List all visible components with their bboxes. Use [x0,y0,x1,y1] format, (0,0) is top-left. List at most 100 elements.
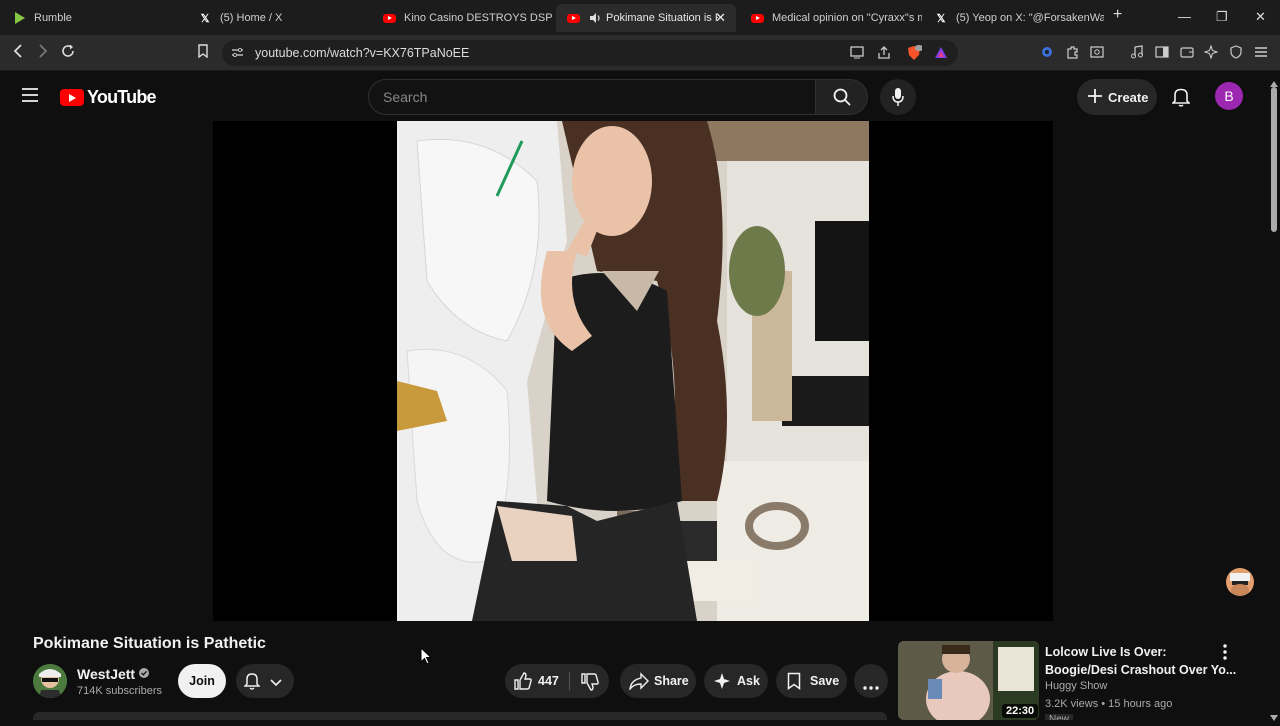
like-count: 447 [538,674,559,688]
bell-icon [243,672,261,693]
recommended-meta: 3.2K views • 15 hours ago [1045,698,1173,710]
tab-title: Medical opinion on "Cyraxx"s m [772,12,922,24]
ask-button[interactable]: Ask [704,664,768,698]
vpn-icon[interactable] [1040,45,1054,62]
minimize-icon[interactable]: — [1178,9,1191,24]
more-vertical-icon[interactable] [1223,644,1227,665]
microphone-icon [892,87,904,112]
guide-menu-icon[interactable] [22,88,38,107]
search-icon [833,88,851,111]
tab-pokimane-active[interactable]: Pokimane Situation is Pa ✕ [556,4,736,32]
reload-icon[interactable] [61,44,75,62]
channel-avatar[interactable] [33,664,67,698]
vpn-shield-icon[interactable] [1229,45,1243,62]
rumble-icon [12,11,26,25]
youtube-logo-icon [60,89,84,106]
close-tab-icon[interactable]: ✕ [715,10,726,26]
brave-shields-icon[interactable] [906,45,923,66]
channel-name[interactable]: WestJett [77,666,135,682]
browser-tab-strip: Rumble 𝕏 (5) Home / X Kino Casino DESTRO… [0,0,1280,35]
leo-ai-icon[interactable] [1203,44,1219,62]
audio-playing-icon[interactable] [588,11,602,25]
new-badge: New [1045,714,1074,720]
subscription-notifications-button[interactable] [236,664,294,698]
search-button[interactable] [816,79,868,115]
tab-medical-opinion[interactable]: Medical opinion on "Cyraxx"s m [740,4,922,32]
recommended-video-title[interactable]: Lolcow Live Is Over: Boogie/Desi Crashou… [1045,643,1236,679]
x-icon: 𝕏 [936,12,946,25]
tab-title: (5) Home / X [220,12,283,24]
verified-check-icon [139,665,150,683]
media-controls-icon[interactable] [1130,45,1144,62]
browser-toolbar: youtube.com/watch?v=KX76TPaNoEE [0,35,1280,71]
account-avatar[interactable]: B [1215,82,1243,110]
subscriber-count: 714K subscribers [77,685,162,697]
tab-kino-casino[interactable]: Kino Casino DESTROYS DSP aga [372,4,552,32]
ask-label: Ask [737,674,760,688]
more-actions-button[interactable] [854,664,888,698]
video-frame[interactable] [397,121,869,621]
save-button[interactable]: Save [776,664,847,698]
cast-icon[interactable] [850,46,864,64]
forward-icon[interactable] [37,44,49,62]
youtube-logo[interactable]: YouTube [60,87,157,108]
tab-title: Kino Casino DESTROYS DSP aga [404,12,552,24]
dislike-button[interactable] [580,672,600,695]
site-settings-icon[interactable] [231,46,244,64]
close-window-icon[interactable]: ✕ [1255,9,1266,25]
youtube-icon [750,11,764,25]
share-icon [629,672,649,693]
like-button[interactable] [513,671,533,694]
rec-title-line-1: Lolcow Live Is Over: [1045,645,1167,659]
join-button[interactable]: Join [178,664,226,698]
rec-title-line-2: Boogie/Desi Crashout Over Yo... [1045,663,1237,677]
save-bookmark-icon [787,672,801,693]
restore-icon[interactable]: ❐ [1216,9,1228,25]
tab-rumble[interactable]: Rumble [2,4,182,32]
plus-icon [1087,88,1103,107]
tab-x-yeop[interactable]: 𝕏 (5) Yeop on X: "@ForsakenWan [924,4,1104,32]
youtube-icon [382,11,396,25]
recommended-channel[interactable]: Huggy Show [1045,680,1107,692]
sidebar-icon[interactable] [1155,45,1169,62]
share-page-icon[interactable] [877,46,891,64]
scroll-thumb[interactable] [1271,87,1277,232]
chevron-down-icon [270,676,282,690]
like-dislike-segment: 447 [505,664,609,698]
channel-name-row[interactable]: WestJett [77,665,150,683]
screenshot-icon[interactable] [1090,45,1104,62]
share-label: Share [654,674,689,688]
brave-rewards-icon[interactable] [934,46,948,64]
wallet-icon[interactable] [1180,45,1194,62]
like-divider [569,672,570,690]
page-scrollbar[interactable] [1268,72,1280,721]
browser-menu-icon[interactable] [1254,45,1268,62]
youtube-icon [566,11,580,25]
description-box[interactable] [33,712,887,720]
video-duration: 22:30 [1002,704,1039,718]
create-button[interactable]: Create [1077,79,1157,115]
create-label: Create [1108,90,1149,105]
notifications-bell-icon[interactable] [1171,87,1191,112]
video-title: Pokimane Situation is Pathetic [33,635,266,652]
new-tab-icon[interactable]: + [1113,6,1122,24]
floating-chat-avatar[interactable] [1226,568,1254,596]
voice-search-button[interactable] [880,79,916,115]
tab-x-home[interactable]: 𝕏 (5) Home / X [188,4,370,32]
recommended-video-thumbnail[interactable]: 22:30 [898,641,1039,720]
youtube-logo-text: YouTube [87,87,157,107]
search-placeholder: Search [383,89,428,105]
share-button[interactable]: Share [620,664,696,698]
extensions-icon[interactable] [1066,45,1080,62]
bookmark-icon[interactable] [197,44,209,62]
search-input[interactable]: Search [368,79,816,115]
youtube-header: YouTube Search Create B [0,71,1280,121]
url-text: youtube.com/watch?v=KX76TPaNoEE [255,46,470,60]
tab-title: Rumble [34,12,72,24]
x-icon: 𝕏 [200,12,210,25]
address-bar[interactable]: youtube.com/watch?v=KX76TPaNoEE [222,40,958,66]
back-icon[interactable] [12,44,24,62]
mouse-cursor-icon [420,646,433,670]
scroll-down-arrow-icon[interactable] [1270,708,1278,726]
video-frame-image [397,121,869,621]
